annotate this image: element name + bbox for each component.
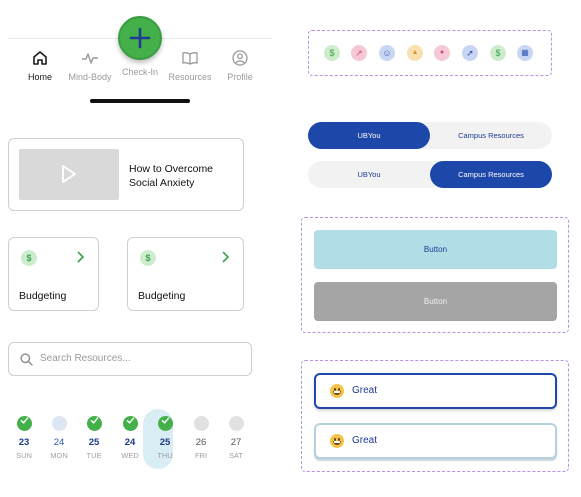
mood-label: Great — [352, 435, 378, 446]
segment-ubyou[interactable]: UBYou — [308, 122, 430, 149]
nav-label: Home — [27, 72, 52, 82]
book-icon — [182, 52, 198, 65]
day-name: SUN — [16, 451, 32, 460]
segment-campus-resources[interactable]: Campus Resources — [430, 161, 552, 188]
dollar-icon[interactable]: $ — [324, 45, 340, 61]
chevron-right-icon — [77, 251, 85, 263]
nav-label: Mind-Body — [68, 72, 112, 82]
building-icon[interactable]: ▦ — [517, 45, 533, 61]
day-number: 24 — [124, 437, 136, 448]
nav-label: Profile — [227, 72, 253, 82]
chevron-right-icon — [222, 251, 230, 263]
search-placeholder: Search Resources... — [40, 353, 131, 364]
segmented-control: UBYou Campus Resources — [308, 161, 552, 188]
mood-option-variants: Great Great — [301, 360, 569, 472]
grin-emoji-icon — [330, 384, 344, 398]
weekly-check-in-tracker: 23 SUN 24 MON 25 TUE 24 WED 25 THU 26 FR… — [8, 408, 252, 470]
play-icon — [62, 165, 76, 183]
segmented-control: UBYou Campus Resources — [308, 122, 552, 149]
search-input[interactable]: Search Resources... — [8, 342, 252, 376]
day-number: 23 — [18, 437, 30, 448]
day-sat[interactable]: 27 SAT — [221, 408, 251, 460]
plus-icon — [129, 27, 151, 49]
check-icon — [122, 416, 138, 431]
pulse-icon — [82, 53, 98, 64]
mood-label: Great — [352, 385, 378, 396]
day-wed[interactable]: 24 WED — [115, 408, 145, 460]
mood-option-great[interactable]: Great — [314, 423, 557, 459]
video-title: How to Overcome Social Anxiety — [129, 163, 214, 189]
category-icon-set: $ ↗ ☺ ▲ ● ➚ $ ▦ — [308, 30, 552, 76]
empty-day-dot — [228, 416, 244, 431]
mood-option-great-selected[interactable]: Great — [314, 373, 557, 409]
empty-day-dot — [193, 416, 209, 431]
primary-button[interactable]: Button — [314, 230, 557, 269]
people-icon[interactable]: ● — [434, 45, 450, 61]
trend-icon[interactable]: ↗ — [351, 45, 367, 61]
disabled-button[interactable]: Button — [314, 282, 557, 321]
day-tue[interactable]: 25 TUE — [79, 408, 109, 460]
nav-profile[interactable]: Profile — [214, 49, 266, 82]
day-name: WED — [121, 451, 139, 460]
day-name: THU — [157, 451, 173, 460]
day-number: 26 — [195, 437, 207, 448]
card-title: Budgeting — [138, 290, 186, 302]
day-thu[interactable]: 25 THU — [143, 408, 180, 469]
nav-mind-body[interactable]: Mind-Body — [64, 49, 116, 82]
nav-resources[interactable]: Resources — [164, 49, 216, 82]
dollar-icon: $ — [21, 250, 37, 266]
day-name: SAT — [228, 451, 244, 460]
search-icon — [20, 353, 33, 366]
card-title: Budgeting — [19, 290, 67, 302]
home-indicator[interactable] — [90, 99, 190, 103]
day-name: TUE — [86, 451, 102, 460]
empty-day-dot — [51, 416, 67, 431]
day-number: 25 — [159, 437, 171, 448]
day-number: 25 — [88, 437, 100, 448]
nav-label-check-in: Check-In — [121, 67, 158, 77]
check-icon — [157, 416, 173, 431]
video-resource-card[interactable]: How to Overcome Social Anxiety — [8, 138, 244, 211]
profile-icon — [232, 50, 248, 66]
segment-ubyou[interactable]: UBYou — [308, 161, 430, 188]
day-number: 27 — [230, 437, 242, 448]
day-name: FRI — [194, 451, 208, 460]
home-icon — [33, 51, 47, 65]
video-thumbnail[interactable] — [19, 149, 119, 200]
day-name: MON — [50, 451, 68, 460]
check-in-button[interactable] — [118, 16, 162, 60]
check-icon — [86, 416, 102, 431]
nav-home[interactable]: Home — [14, 49, 66, 82]
budgeting-card[interactable]: $ Budgeting — [127, 237, 244, 311]
graduation-icon[interactable]: ▲ — [407, 45, 423, 61]
day-mon[interactable]: 24 MON — [44, 408, 74, 460]
grin-emoji-icon — [330, 434, 344, 448]
rocket-icon[interactable]: ➚ — [462, 45, 478, 61]
nav-label: Resources — [168, 72, 212, 82]
dollar-icon: $ — [140, 250, 156, 266]
dollar-icon[interactable]: $ — [490, 45, 506, 61]
day-sun[interactable]: 23 SUN — [9, 408, 39, 460]
day-fri[interactable]: 26 FRI — [186, 408, 216, 460]
smile-icon[interactable]: ☺ — [379, 45, 395, 61]
day-number: 24 — [53, 437, 65, 448]
budgeting-card[interactable]: $ Budgeting — [8, 237, 99, 311]
segment-campus-resources[interactable]: Campus Resources — [430, 122, 552, 149]
check-icon — [16, 416, 32, 431]
button-variants: Button Button — [301, 217, 569, 333]
